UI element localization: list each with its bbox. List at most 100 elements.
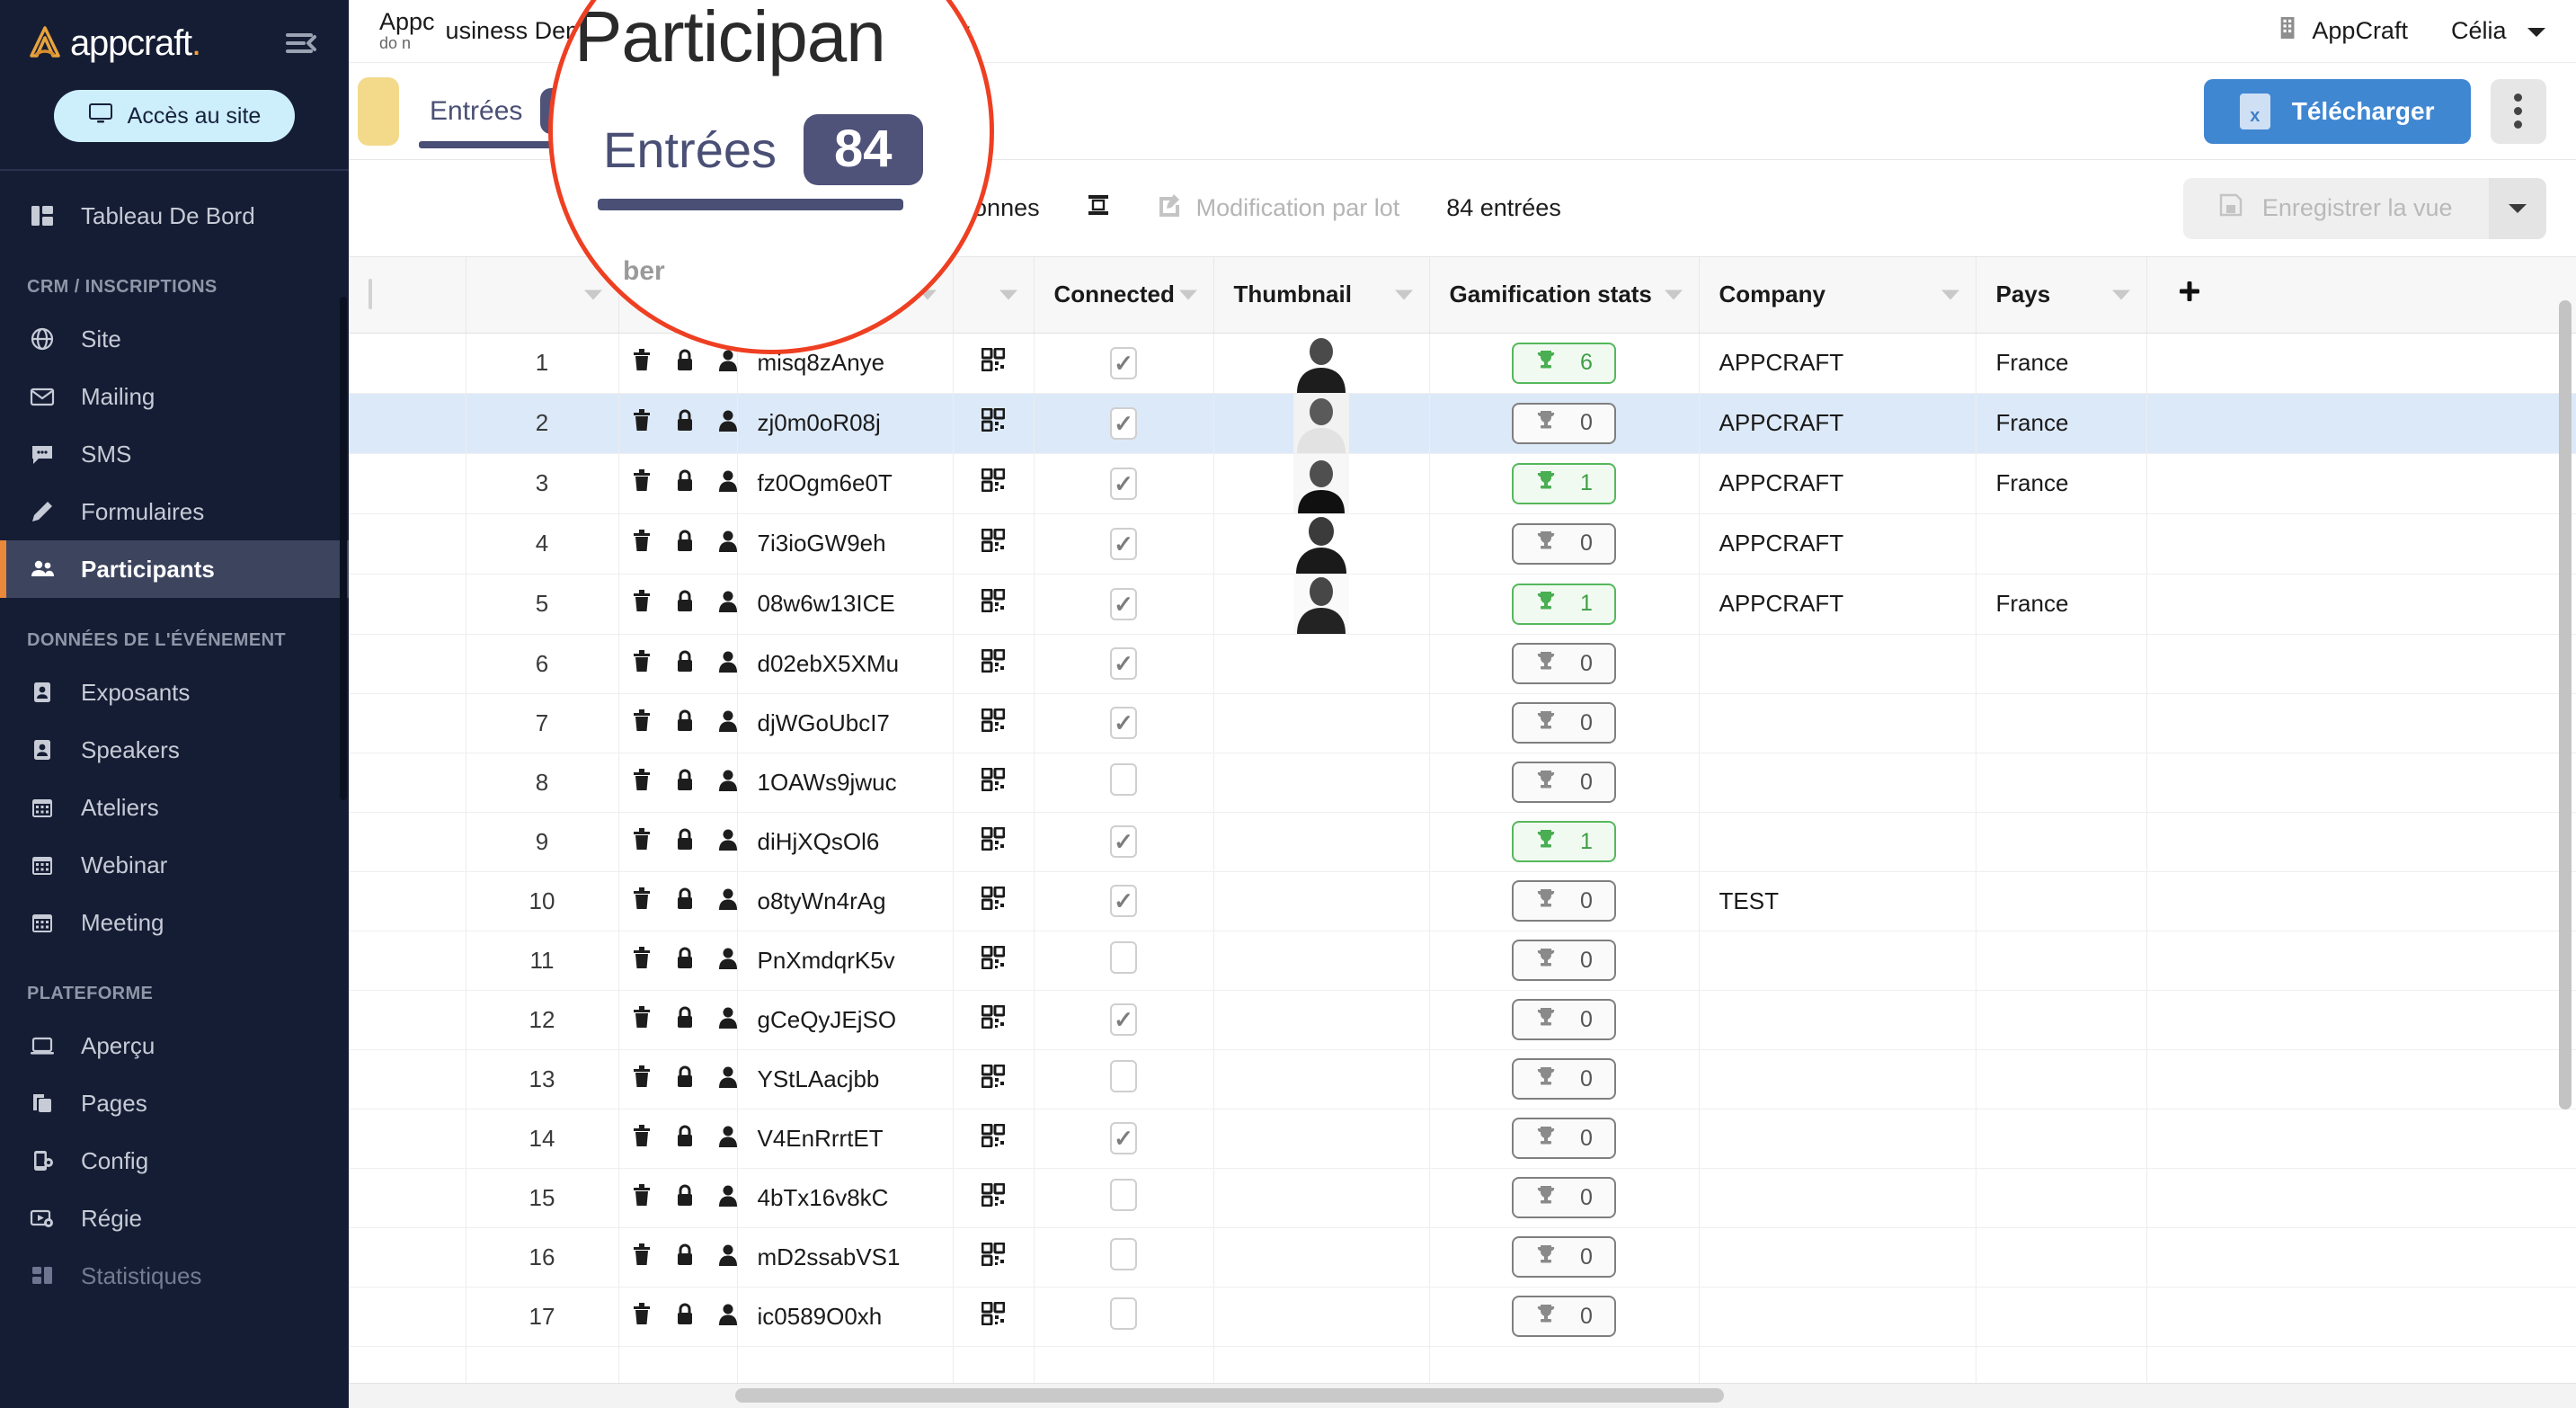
person-icon[interactable] — [718, 887, 738, 916]
cell-gamification[interactable]: 0 — [1429, 871, 1700, 931]
qr-code-icon[interactable] — [981, 1301, 1006, 1331]
trash-icon[interactable] — [632, 1183, 652, 1213]
th-company[interactable]: Company — [1699, 257, 1976, 334]
cell-select[interactable] — [349, 333, 466, 394]
cell-select[interactable] — [349, 453, 466, 514]
lock-icon[interactable] — [675, 649, 695, 679]
trash-icon[interactable] — [632, 1065, 652, 1094]
status-badge[interactable]: 0 — [1512, 880, 1616, 922]
status-badge[interactable]: 0 — [1512, 999, 1616, 1040]
connected-checkbox[interactable]: ✓ — [1110, 587, 1137, 620]
qr-code-icon[interactable] — [981, 407, 1006, 437]
access-site-button[interactable]: Accès au site — [53, 90, 296, 142]
cell-gamification[interactable]: 0 — [1429, 931, 1700, 991]
person-icon[interactable] — [718, 1243, 738, 1272]
th-number[interactable] — [466, 257, 619, 334]
trash-icon[interactable] — [632, 408, 652, 438]
collapse-sidebar-icon[interactable] — [282, 25, 318, 61]
person-icon[interactable] — [718, 408, 738, 438]
cell-connected[interactable]: ✓ — [1034, 1109, 1214, 1169]
person-icon[interactable] — [718, 468, 738, 498]
sidebar-item-pages[interactable]: Pages — [0, 1074, 349, 1132]
table-horizontal-scrollbar-thumb[interactable] — [735, 1388, 1724, 1403]
sidebar-item-statistiques[interactable]: Statistiques — [0, 1247, 349, 1305]
bulk-edit-button[interactable]: Modification par lot — [1133, 192, 1424, 224]
status-badge[interactable]: 0 — [1512, 522, 1616, 565]
cell-select[interactable] — [349, 1168, 466, 1228]
cell-select[interactable] — [349, 931, 466, 991]
cell-connected[interactable]: ✓ — [1034, 453, 1214, 514]
th-id[interactable]: Id — [737, 257, 954, 334]
trash-icon[interactable] — [632, 1302, 652, 1332]
status-badge[interactable]: 0 — [1512, 402, 1616, 444]
cell-qr[interactable] — [953, 393, 1035, 454]
connected-checkbox[interactable] — [1110, 940, 1137, 974]
status-badge[interactable]: 0 — [1512, 1058, 1616, 1100]
more-vertical-icon[interactable] — [2490, 78, 2546, 144]
lock-icon[interactable] — [675, 1243, 695, 1272]
status-badge[interactable]: 0 — [1512, 643, 1616, 684]
person-icon[interactable] — [718, 1124, 738, 1154]
lock-icon[interactable] — [675, 768, 695, 798]
table-row[interactable]: 3 fz0Ogm6e0T ✓ 1 APPCRAFT France — [349, 453, 2576, 514]
table-row[interactable]: 6 d02ebX5XMu ✓ 0 — [349, 634, 2576, 694]
cell-gamification[interactable]: 1 — [1429, 812, 1700, 872]
lock-icon[interactable] — [675, 708, 695, 738]
cell-qr[interactable] — [953, 931, 1035, 991]
lock-icon[interactable] — [675, 408, 695, 438]
person-icon[interactable] — [718, 946, 738, 976]
cell-connected[interactable] — [1034, 931, 1214, 991]
th-thumbnail[interactable]: Thumbnail — [1213, 257, 1430, 334]
status-badge[interactable]: 1 — [1512, 462, 1616, 504]
cell-connected[interactable]: ✓ — [1034, 333, 1214, 394]
status-badge[interactable]: 0 — [1512, 762, 1616, 803]
sidebar-item-meeting[interactable]: Meeting — [0, 894, 349, 951]
sidebar-item-site[interactable]: Site — [0, 310, 349, 368]
status-badge[interactable]: 0 — [1512, 1236, 1616, 1278]
cell-qr[interactable] — [953, 574, 1035, 635]
lock-icon[interactable] — [675, 827, 695, 857]
th-pays[interactable]: Pays — [1976, 257, 2147, 334]
cell-gamification[interactable]: 0 — [1429, 1227, 1700, 1288]
organization[interactable]: AppCraft — [2278, 15, 2408, 47]
trash-icon[interactable] — [632, 768, 652, 798]
connected-checkbox[interactable]: ✓ — [1110, 467, 1137, 500]
cell-select[interactable] — [349, 753, 466, 813]
person-icon[interactable] — [718, 1005, 738, 1035]
sidebar-scrollbar[interactable] — [340, 297, 347, 800]
sidebar-item-ateliers[interactable]: Ateliers — [0, 779, 349, 836]
table-row[interactable]: 1 misq8zAnye ✓ 6 APPCRAFT France — [349, 333, 2576, 394]
qr-code-icon[interactable] — [981, 1123, 1006, 1153]
cell-select[interactable] — [349, 393, 466, 454]
sidebar-item-apercu[interactable]: Aperçu — [0, 1017, 349, 1074]
cell-select[interactable] — [349, 1227, 466, 1288]
tab-historiques[interactable]: Historiques — [806, 63, 984, 159]
sort-chevron-icon[interactable] — [1394, 290, 1413, 300]
status-badge[interactable]: 0 — [1512, 702, 1616, 744]
cell-qr[interactable] — [953, 1049, 1035, 1109]
connected-checkbox[interactable] — [1110, 762, 1137, 796]
trash-icon[interactable] — [632, 649, 652, 679]
table-row[interactable]: 8 1OAWs9jwuc 0 — [349, 753, 2576, 813]
cell-connected[interactable]: ✓ — [1034, 634, 1214, 694]
connected-checkbox[interactable] — [1110, 1297, 1137, 1330]
cell-connected[interactable]: ✓ — [1034, 812, 1214, 872]
columns-button[interactable]: 8 colonnes — [857, 194, 1063, 222]
th-add-column[interactable] — [2146, 257, 2576, 334]
table-vertical-scrollbar[interactable] — [2558, 300, 2572, 1109]
tab-entrees[interactable]: Entrées 84 — [408, 63, 637, 159]
th-gamification[interactable]: Gamification stats — [1429, 257, 1700, 334]
filter-button[interactable] — [717, 192, 787, 224]
person-icon[interactable] — [718, 348, 738, 378]
table-row[interactable]: 15 4bTx16v8kC 0 — [349, 1168, 2576, 1228]
table-row[interactable]: 4 7i3ioGW9eh ✓ 0 APPCRAFT — [349, 513, 2576, 575]
cell-connected[interactable] — [1034, 753, 1214, 813]
cell-select[interactable] — [349, 1109, 466, 1169]
cell-connected[interactable] — [1034, 1168, 1214, 1228]
sidebar-item-config[interactable]: Config — [0, 1132, 349, 1190]
cell-qr[interactable] — [953, 753, 1035, 813]
status-badge[interactable]: 0 — [1512, 940, 1616, 981]
select-all-checkbox[interactable] — [369, 279, 372, 310]
table-row[interactable]: 13 YStLAacjbb 0 — [349, 1049, 2576, 1109]
cell-select[interactable] — [349, 574, 466, 635]
